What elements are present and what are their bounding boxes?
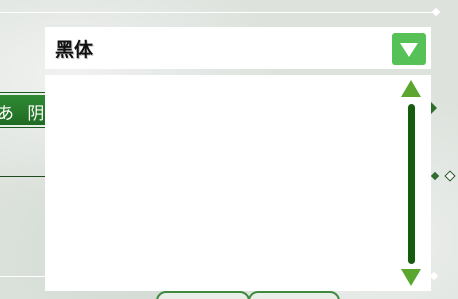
font-select[interactable]: 黑体 [45, 27, 431, 69]
scroll-down-button[interactable] [401, 269, 421, 286]
scroll-up-button[interactable] [401, 80, 421, 97]
divider-line-top [0, 12, 436, 13]
background-button-right[interactable] [248, 291, 340, 299]
background-button-left[interactable] [156, 291, 250, 299]
triangle-down-icon [400, 43, 418, 57]
divider-line-middle [0, 176, 46, 177]
scrollbar-thumb[interactable] [408, 104, 415, 264]
font-select-value: 黑体 [55, 39, 94, 61]
font-select-dropdown-button[interactable] [392, 33, 426, 65]
background-tab-label: あ 阴 [0, 104, 49, 124]
font-options-list[interactable] [45, 75, 431, 291]
